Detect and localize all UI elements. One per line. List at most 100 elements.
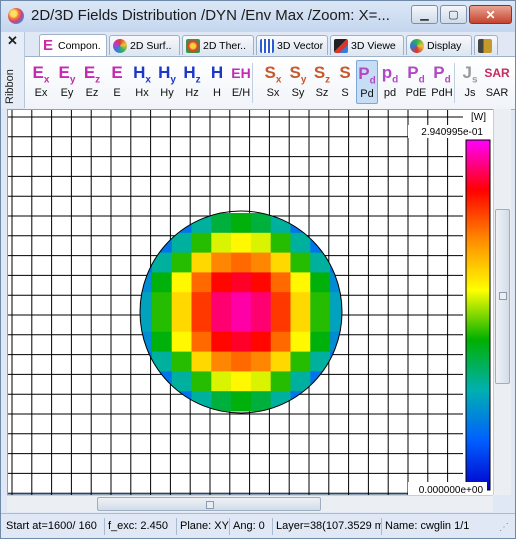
field-cell <box>171 272 192 293</box>
component-button-pd[interactable]: Pd Pd <box>356 60 378 104</box>
component-button-sx[interactable]: Sx Sx <box>261 60 285 104</box>
field-cell <box>151 331 173 353</box>
maximize-button[interactable]: ▢ <box>440 5 467 24</box>
component-button-sar[interactable]: SAR SAR <box>483 60 511 104</box>
tab-label: 2D Ther.. <box>203 39 246 52</box>
component-glyph-icon: E <box>105 60 129 86</box>
glyph-main: P <box>358 64 370 83</box>
tab-display[interactable]: Display <box>406 35 472 55</box>
component-button-label: E/H <box>231 87 251 99</box>
field-cell <box>171 351 192 372</box>
vertical-scrollbar[interactable] <box>493 109 511 495</box>
component-button-label: Pd <box>360 88 374 100</box>
tab-label: Compon. <box>58 39 101 52</box>
status-start: Start at=1600/ 160 <box>3 518 105 535</box>
field-plot-canvas[interactable]: [W] 2.940995e-01 0.000000e+00 <box>7 109 494 496</box>
status-frequency: f_exc: 2.450 <box>105 518 177 535</box>
component-glyph-icon: Ez <box>80 60 104 86</box>
component-glyph-icon: Hy <box>155 60 179 86</box>
field-cell <box>290 312 311 333</box>
tab-2d-surf[interactable]: 2D Surf.. <box>109 35 180 55</box>
ribbon-close-icon[interactable]: ✕ <box>7 33 18 49</box>
component-button-pd[interactable]: pd pd <box>379 60 401 104</box>
colorbar <box>465 139 491 491</box>
component-button-label: Ey <box>60 87 74 99</box>
field-cell <box>231 213 252 234</box>
glyph-main: H <box>158 63 171 82</box>
component-button-label: PdH <box>431 87 453 99</box>
tab-label: 3D Viewe <box>351 39 396 52</box>
tab-2d-ther[interactable]: 2D Ther.. <box>182 35 254 55</box>
minimize-button[interactable]: ▁ <box>411 5 438 24</box>
field-cell <box>290 292 311 313</box>
horizontal-scrollbar[interactable] <box>7 495 493 512</box>
component-glyph-icon: Sx <box>261 60 285 86</box>
e-component-icon: E <box>43 36 54 54</box>
component-button-js[interactable]: Js Js <box>458 60 482 104</box>
viewer-icon <box>334 38 348 53</box>
window-title: 2D/3D Fields Distribution /DYN /Env Max … <box>31 7 390 24</box>
component-button-eh[interactable]: EH E/H <box>228 60 254 104</box>
component-button-ex[interactable]: Ex Ex <box>29 60 53 104</box>
field-cell <box>211 213 232 234</box>
title-bar: 2D/3D Fields Distribution /DYN /Env Max … <box>1 1 515 32</box>
component-button-pde[interactable]: Pd PdE <box>403 60 429 104</box>
field-cell <box>211 252 232 273</box>
component-button-label: pd <box>383 87 397 99</box>
field-cell <box>231 252 252 273</box>
component-button-h[interactable]: HH <box>205 60 229 104</box>
field-cell <box>171 312 192 333</box>
maximize-icon: ▢ <box>448 9 459 21</box>
ribbon-label: Ribbon <box>4 69 16 104</box>
tab-3d-vector[interactable]: 3D Vector <box>256 35 328 55</box>
glyph-main: E <box>58 63 70 82</box>
field-cell <box>270 272 291 293</box>
resize-grip-icon[interactable]: ⋰ <box>499 522 509 533</box>
component-button-hx[interactable]: Hx Hx <box>130 60 154 104</box>
glyph-main: H <box>210 63 224 82</box>
field-cell <box>231 371 252 392</box>
field-cell <box>270 331 291 353</box>
field-cell <box>270 371 291 392</box>
field-cell <box>191 351 212 372</box>
component-button-pdh[interactable]: Pd PdH <box>429 60 455 104</box>
field-cell <box>191 371 212 392</box>
component-button-hz[interactable]: Hz Hz <box>180 60 204 104</box>
tab-label: 3D Vector <box>277 39 324 52</box>
vertical-scroll-thumb[interactable] <box>495 209 510 384</box>
field-cell <box>270 351 291 372</box>
tab-compon[interactable]: E Compon. <box>39 34 107 56</box>
horizontal-scroll-thumb[interactable] <box>97 497 321 511</box>
minimize-icon: ▁ <box>420 9 429 21</box>
field-cell <box>211 331 232 353</box>
field-cell <box>231 232 252 254</box>
component-button-ey[interactable]: Ey Ey <box>55 60 79 104</box>
glyph-subscript: y <box>69 74 76 86</box>
component-button-ez[interactable]: Ez Ez <box>80 60 104 104</box>
glyph-main: E <box>32 63 44 82</box>
component-button-e[interactable]: EE <box>105 60 129 104</box>
component-button-hy[interactable]: Hy Hy <box>155 60 179 104</box>
component-button-label: H <box>213 87 221 99</box>
component-glyph-icon: Pd <box>429 60 455 86</box>
glyph-subscript: d <box>392 74 399 86</box>
tab-3d-viewe[interactable]: 3D Viewe <box>330 35 404 55</box>
tab-label: Display <box>427 39 462 52</box>
component-button-sz[interactable]: Sz Sz <box>310 60 334 104</box>
status-bar: Start at=1600/ 160 f_exc: 2.450 Plane: X… <box>1 513 515 538</box>
glyph-main: P <box>407 63 419 82</box>
tab-overflow[interactable] <box>474 35 498 55</box>
field-cell <box>211 391 232 412</box>
component-button-label: Ex <box>34 87 48 99</box>
glyph-main: P <box>433 63 445 82</box>
field-cell <box>310 351 331 372</box>
glyph-main: H <box>133 63 146 82</box>
field-cell <box>310 292 331 313</box>
component-button-s[interactable]: SS <box>335 60 355 104</box>
field-cell <box>231 331 252 353</box>
field-distribution <box>140 213 342 412</box>
field-cell <box>231 292 252 313</box>
glyph-subscript: d <box>418 74 425 86</box>
close-window-button[interactable]: ✕ <box>469 5 512 24</box>
component-button-sy[interactable]: Sy Sy <box>286 60 310 104</box>
